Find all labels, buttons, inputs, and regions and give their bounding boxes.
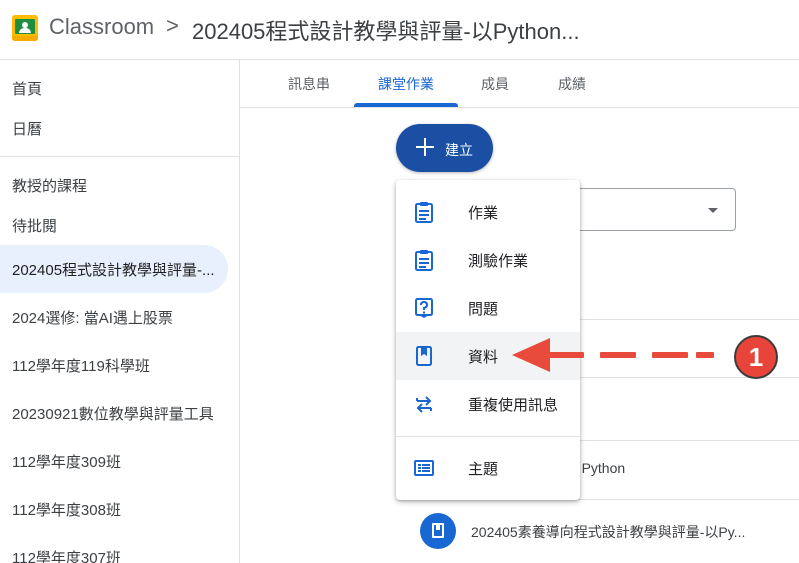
quiz-assignment-icon (415, 250, 433, 271)
sidebar-item-current-course[interactable]: 202405程式設計教學與評量-... (0, 245, 228, 293)
material-bookmark-icon (420, 513, 456, 549)
section-divider (578, 440, 799, 441)
tab-people[interactable]: 成員 (468, 60, 522, 108)
create-button[interactable]: 建立 (396, 124, 493, 172)
menu-item-label: 資料 (468, 348, 499, 366)
course-title[interactable]: 202405程式設計教學與評量-以Python... (192, 14, 580, 46)
breadcrumb-separator: > (166, 13, 179, 38)
section-divider (578, 377, 799, 378)
reuse-post-icon (416, 396, 432, 413)
menu-item-question[interactable]: 問題 (396, 284, 580, 332)
annotation-arrowhead (512, 338, 550, 372)
assignment-icon (415, 202, 433, 223)
menu-item-label: 測驗作業 (468, 252, 529, 270)
menu-item-label: 重複使用訊息 (468, 396, 559, 414)
dropdown-arrow-icon (708, 208, 718, 213)
sidebar-item-course[interactable]: 112學年度307班 (0, 533, 228, 563)
sidebar-item-course[interactable]: 112學年度309班 (0, 437, 228, 485)
section-divider (578, 319, 799, 320)
sidebar-divider (0, 156, 239, 157)
create-menu: 作業 測驗作業 問題 資料 重複使用訊息 主題 (396, 180, 580, 500)
sidebar-item-course[interactable]: 112學年度119科學班 (0, 341, 228, 389)
topic-filter-select[interactable] (560, 188, 736, 231)
sidebar: 首頁 日曆 教授的課程 待批閱 202405程式設計教學與評量-... 2024… (0, 60, 240, 563)
sidebar-item-course[interactable]: 112學年度308班 (0, 485, 228, 533)
course-tabs: 訊息串 課堂作業 成員 成績 (240, 60, 799, 108)
tab-stream[interactable]: 訊息串 (274, 60, 344, 108)
menu-item-label: 主題 (468, 460, 499, 478)
menu-divider (396, 436, 580, 437)
tab-grades[interactable]: 成績 (542, 60, 602, 108)
material-row[interactable]: 202405素養導向程式設計教學與評量-以Py... (420, 510, 799, 550)
section-divider (578, 499, 799, 500)
top-app-bar: Classroom > 202405程式設計教學與評量-以Python... (0, 0, 799, 60)
menu-item-label: 作業 (468, 204, 499, 222)
annotation-arrow-dash (548, 352, 584, 358)
sidebar-item-course[interactable]: 20230921數位教學與評量工具 (0, 389, 228, 437)
step-number-badge: 1 (734, 335, 778, 379)
create-button-label: 建立 (445, 142, 473, 158)
question-icon (415, 298, 433, 318)
annotation-arrow-dash (652, 352, 688, 358)
menu-item-reuse-post[interactable]: 重複使用訊息 (396, 380, 580, 428)
app-title[interactable]: Classroom (49, 14, 154, 40)
topic-icon (414, 460, 434, 476)
sidebar-item-to-review[interactable]: 待批閱 (0, 201, 228, 249)
menu-item-label: 問題 (468, 300, 499, 318)
annotation-arrow-dash (600, 352, 636, 358)
tab-classwork[interactable]: 課堂作業 (354, 60, 458, 108)
google-classroom-logo[interactable] (12, 15, 38, 41)
plus-icon (415, 137, 435, 157)
sidebar-item-course[interactable]: 2024選修: 當AI遇上股票 (0, 293, 228, 341)
material-title: 202405素養導向程式設計教學與評量-以Py... (471, 524, 746, 540)
menu-item-topic[interactable]: 主題 (396, 444, 580, 492)
active-tab-indicator (354, 103, 458, 107)
material-icon (416, 346, 432, 366)
annotation-arrow-dash (696, 352, 714, 358)
sidebar-item-calendar[interactable]: 日曆 (0, 104, 228, 152)
menu-item-quiz-assignment[interactable]: 測驗作業 (396, 236, 580, 284)
menu-item-assignment[interactable]: 作業 (396, 188, 580, 236)
